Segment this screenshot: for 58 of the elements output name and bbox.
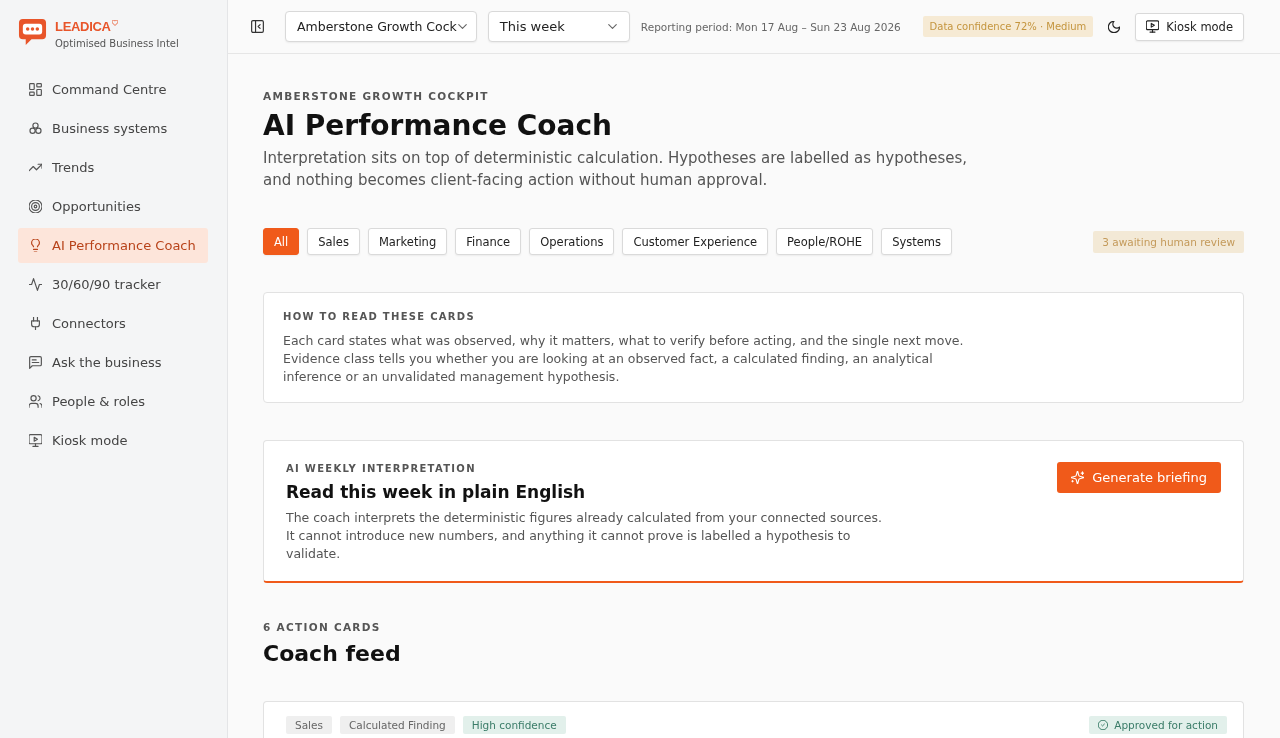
- filter-chip[interactable]: Sales: [307, 228, 360, 255]
- review-badge: 3 awaiting human review: [1093, 230, 1244, 253]
- filter-chip[interactable]: Marketing: [367, 228, 448, 255]
- circles-icon: [29, 122, 42, 135]
- filter-chip[interactable]: Systems: [881, 228, 952, 255]
- section-title: Coach feed: [263, 640, 402, 668]
- period-select[interactable]: This week: [487, 11, 630, 42]
- tag: Sales: [286, 716, 332, 734]
- nav-item[interactable]: Opportunities: [18, 189, 208, 224]
- message-icon: [29, 356, 42, 369]
- filter-chip[interactable]: Finance: [455, 228, 522, 255]
- reporting-period: Reporting period: Mon 17 Aug – Sun 23 Aug 2026: [640, 20, 901, 33]
- heart-icon: [111, 20, 118, 26]
- filter-chip[interactable]: Operations: [529, 228, 615, 255]
- page-eyebrow: AMBERSTONE GROWTH COCKPIT: [263, 89, 490, 103]
- nav-item[interactable]: Ask the business: [18, 345, 208, 380]
- brand-tagline: Optimised Business Intel: [55, 38, 179, 50]
- nav-item[interactable]: Connectors: [18, 306, 208, 341]
- confidence-badge: Data confidence 72% · Medium: [922, 16, 1094, 37]
- card-eyebrow: AI WEEKLY INTERPRETATION: [286, 462, 477, 476]
- card-text: Each card states what was observed, why it matters, what to verify before acting, and the single next move. Evidence class tells you whether you are looking at an observed fact, a calculated finding, an analytical inference or an unvalidated management hypothesis.: [283, 332, 965, 386]
- target-icon: [29, 200, 42, 213]
- people-icon: [29, 395, 42, 408]
- brand-name: LEADICA: [55, 19, 111, 34]
- nav-item[interactable]: Business systems: [18, 111, 208, 146]
- circle-check-icon: [1098, 720, 1109, 730]
- sparkles-icon: [1071, 471, 1085, 484]
- filter-chip[interactable]: People/ROHE: [776, 228, 874, 255]
- tag: Calculated Finding: [339, 716, 455, 734]
- nav-item[interactable]: Trends: [18, 150, 208, 185]
- section-eyebrow: 6 ACTION CARDS: [263, 620, 382, 634]
- pulse-icon: [29, 278, 42, 291]
- dashboard-icon: [29, 83, 42, 96]
- moon-icon[interactable]: [1108, 20, 1121, 33]
- chevron-down-icon: [607, 24, 617, 29]
- card-title: Read this week in plain English: [286, 481, 587, 504]
- kiosk-mode-button[interactable]: Kiosk mode: [1135, 12, 1244, 41]
- nav-item[interactable]: 30/60/90 tracker: [18, 267, 208, 302]
- monitor-icon: [1146, 20, 1160, 33]
- panel-icon[interactable]: [251, 20, 264, 33]
- lightbulb-icon: [29, 239, 42, 252]
- trend-line-icon: [29, 161, 42, 174]
- workspace-select[interactable]: Amberstone Growth Cock: [285, 11, 477, 42]
- chevron-down-icon: [457, 24, 467, 29]
- nav-item[interactable]: Kiosk mode: [18, 423, 208, 458]
- card-eyebrow: HOW TO READ THESE CARDS: [283, 310, 476, 324]
- tag: High confidence: [462, 716, 566, 734]
- filter-chip[interactable]: Customer Experience: [622, 228, 769, 255]
- status-label: Approved for action: [1114, 719, 1218, 731]
- chat-bubble-logo-icon: [18, 17, 47, 46]
- nav-item[interactable]: People & roles: [18, 384, 208, 419]
- nav-item[interactable]: AI Performance Coach: [18, 228, 208, 263]
- nav-item[interactable]: Command Centre: [18, 72, 208, 107]
- monitor-icon: [29, 434, 42, 447]
- page-description: Interpretation sits on top of deterministic calculation. Hypotheses are labelled as hypotheses, and nothing becomes client-facing action without human approval.: [263, 148, 969, 191]
- card-text: The coach interprets the deterministic figures already calculated from your connected sources. It cannot introduce new numbers, and anything it cannot prove is labelled a hypothesis to validate.: [286, 509, 883, 563]
- page-title: AI Performance Coach: [263, 109, 613, 143]
- plug-icon: [29, 317, 42, 330]
